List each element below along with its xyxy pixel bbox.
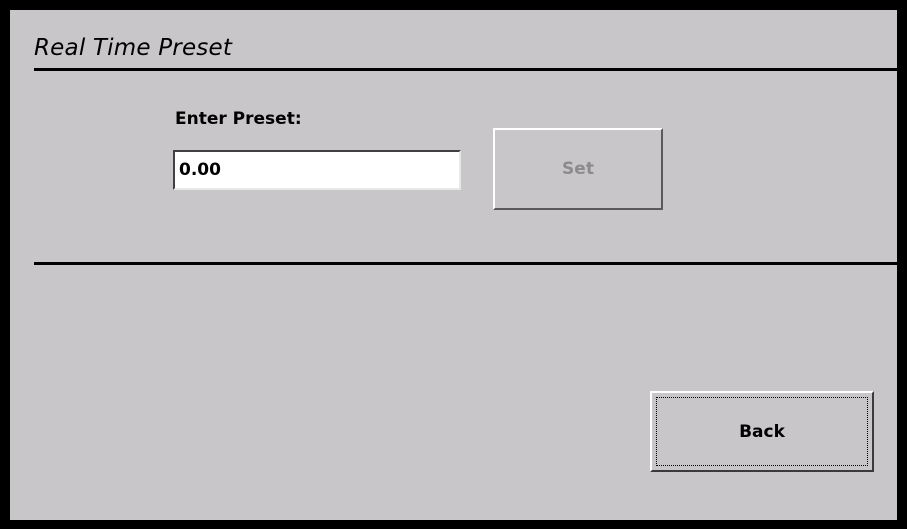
back-button-label: Back [739, 421, 785, 442]
back-button[interactable]: Back [650, 391, 874, 472]
preset-screen: Real Time Preset Enter Preset: Set Back [10, 10, 897, 520]
set-button[interactable]: Set [493, 128, 663, 210]
section-divider [34, 262, 897, 265]
title-divider [34, 68, 897, 71]
preset-label: Enter Preset: [175, 109, 302, 129]
set-button-label: Set [562, 159, 594, 179]
preset-input[interactable] [173, 150, 461, 190]
page-title: Real Time Preset [34, 35, 233, 61]
